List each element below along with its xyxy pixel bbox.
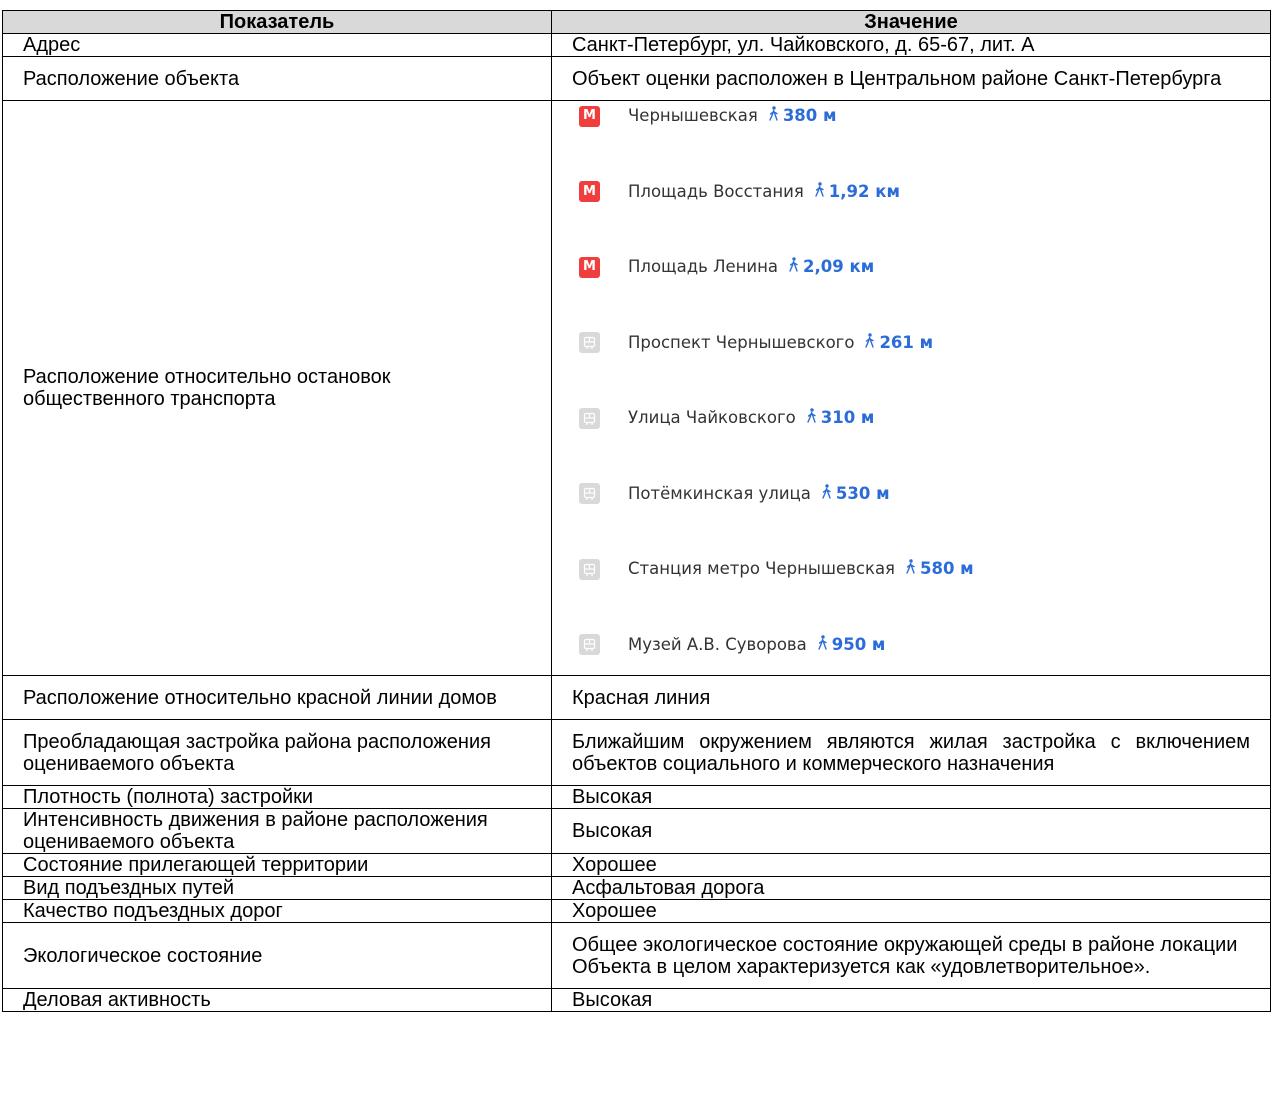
table-row: Вид подъездных путей Асфальтовая дорога — [2, 876, 1271, 900]
stop-distance: 950 м — [831, 634, 886, 654]
walking-person-icon — [788, 256, 799, 278]
row-value: Высокая — [551, 808, 1271, 854]
table-row: Расположение относительно красной линии … — [2, 675, 1271, 720]
walking-person-icon — [814, 181, 825, 203]
stop-name: Улица Чайковского — [628, 408, 796, 427]
bus-icon — [579, 407, 600, 429]
table-row: Расположение объекта Объект оценки распо… — [2, 56, 1271, 101]
bus-icon — [579, 332, 600, 353]
row-value: Асфальтовая дорога — [551, 876, 1271, 900]
row-label: Качество подъездных дорог — [2, 899, 552, 923]
walking-person-icon — [905, 558, 916, 580]
stop-name: Станция метро Чернышевская — [628, 559, 895, 578]
transport-stops-list: М Чернышевская 380 м М Площадь Восстания 1,92… — [553, 102, 1270, 675]
row-label: Расположение относительно остановок обще… — [2, 100, 552, 676]
characteristics-table: Показатель Значение Адрес Санкт-Петербур… — [2, 10, 1271, 1012]
bus-icon — [579, 558, 600, 580]
row-value: Общее экологическое состояние окружающей… — [551, 922, 1271, 989]
walking-person-icon — [817, 634, 828, 656]
table-row: Деловая активность Высокая — [2, 988, 1271, 1012]
stop-name: Чернышевская — [628, 106, 758, 125]
row-value: Хорошее — [551, 853, 1271, 877]
row-label: Расположение объекта — [2, 56, 552, 101]
table-row: Плотность (полнота) застройки Высокая — [2, 785, 1271, 809]
walking-person-icon — [864, 332, 875, 354]
bus-icon — [579, 483, 600, 504]
bus-icon — [579, 634, 600, 655]
table-row: Адрес Санкт-Петербург, ул. Чайковского, … — [2, 33, 1271, 57]
table-row: Состояние прилегающей территории Хорошее — [2, 853, 1271, 877]
row-value: Ближайшим окружением являются жилая заст… — [551, 719, 1271, 786]
header-indicator: Показатель — [2, 10, 552, 34]
stop-name: Площадь Ленина — [628, 257, 779, 276]
walking-person-icon — [821, 483, 832, 505]
row-label: Вид подъездных путей — [2, 876, 552, 900]
row-label: Адрес — [2, 33, 552, 57]
metro-icon: М — [579, 181, 600, 202]
row-label: Состояние прилегающей территории — [2, 853, 552, 877]
row-value: Высокая — [551, 785, 1271, 809]
row-label: Преобладающая застройка района расположе… — [2, 719, 552, 786]
stop-distance: 580 м — [919, 559, 974, 578]
stop-distance: 261 м — [879, 332, 934, 352]
stop-distance: 2,09 км — [803, 257, 875, 276]
transport-stop: Станция метро Чернышевская 580 м — [579, 556, 974, 582]
stop-distance: 310 м — [820, 408, 875, 427]
stop-name: Площадь Восстания — [628, 181, 804, 201]
row-value: Санкт-Петербург, ул. Чайковского, д. 65-… — [551, 33, 1271, 57]
table-row: Интенсивность движения в районе располож… — [2, 808, 1271, 854]
header-value: Значение — [551, 10, 1271, 34]
stop-distance: 530 м — [835, 483, 890, 503]
row-label: Деловая активность — [2, 988, 552, 1012]
row-value: Красная линия — [551, 675, 1271, 720]
transport-stop: Проспект Чернышевского 261 м — [579, 330, 933, 356]
walking-person-icon — [806, 407, 817, 429]
row-label: Расположение относительно красной линии … — [2, 675, 552, 720]
row-label: Плотность (полнота) застройки — [2, 785, 552, 809]
row-value: Хорошее — [551, 899, 1271, 923]
row-value: Высокая — [551, 988, 1271, 1012]
table-header-row: Показатель Значение — [2, 10, 1271, 34]
stop-name: Проспект Чернышевского — [628, 332, 855, 352]
stop-name: Потёмкинская улица — [628, 483, 811, 503]
row-label: Интенсивность движения в районе располож… — [2, 808, 552, 854]
stop-name: Музей А.В. Суворова — [628, 634, 807, 654]
table-row: Экологическое состояние Общее экологичес… — [2, 922, 1271, 989]
stop-distance: 1,92 км — [828, 181, 900, 201]
table-row: Преобладающая застройка района расположе… — [2, 719, 1271, 786]
transport-stops-cell: М Чернышевская 380 м М Площадь Восстания 1,92… — [551, 100, 1271, 676]
transport-stop: М Площадь Ленина 2,09 км — [579, 254, 874, 280]
transport-stop: Улица Чайковского 310 м — [579, 405, 874, 431]
table-row: Качество подъездных дорог Хорошее — [2, 899, 1271, 923]
walking-person-icon — [768, 105, 779, 127]
metro-icon: М — [579, 256, 600, 278]
row-value: Объект оценки расположен в Центральном р… — [551, 56, 1271, 101]
transport-stop: М Чернышевская 380 м — [579, 103, 837, 129]
row-label: Экологическое состояние — [2, 922, 552, 989]
stop-distance: 380 м — [782, 106, 837, 125]
table-row: Расположение относительно остановок обще… — [2, 100, 1271, 676]
transport-stop: М Площадь Восстания 1,92 км — [579, 179, 900, 205]
metro-icon: М — [579, 105, 600, 127]
transport-stop: Музей А.В. Суворова 950 м — [579, 632, 885, 658]
transport-stop: Потёмкинская улица 530 м — [579, 481, 890, 507]
